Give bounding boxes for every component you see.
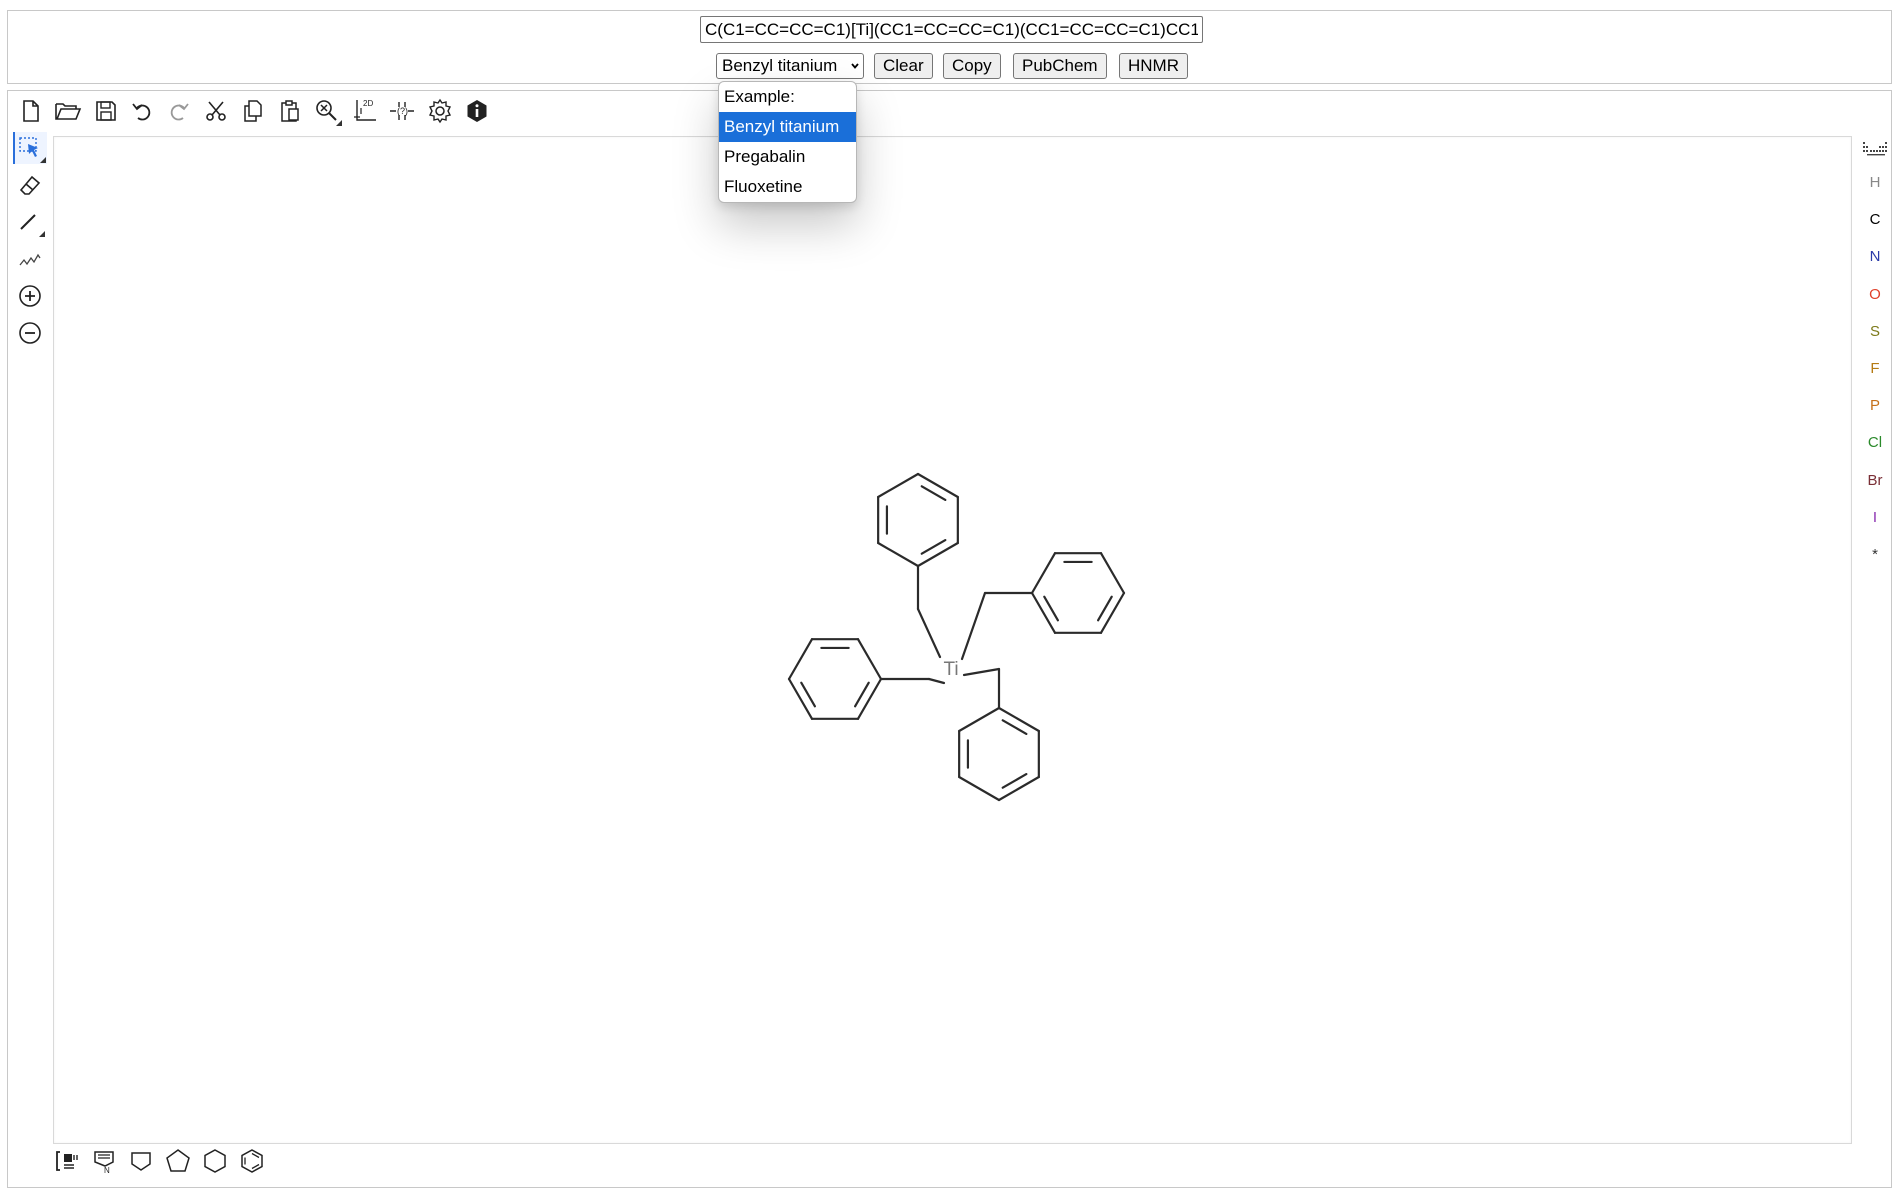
element-button-any[interactable]: * [1861, 540, 1889, 570]
undo-icon[interactable] [126, 95, 158, 127]
example-select[interactable]: Benzyl titanium [716, 53, 864, 79]
svg-text:N: N [104, 1166, 110, 1174]
template-bracket-icon[interactable] [51, 1145, 83, 1177]
example-option-pregabalin[interactable]: Pregabalin [719, 142, 856, 172]
ring-bond[interactable] [787, 677, 814, 720]
element-button-s[interactable]: S [1861, 317, 1889, 347]
about-info-icon[interactable] [461, 95, 493, 127]
ring-bond[interactable] [1030, 591, 1057, 634]
bond-5[interactable] [927, 677, 946, 685]
ring-bond[interactable] [856, 677, 883, 720]
ring-bond[interactable] [787, 638, 814, 681]
element-button-h[interactable]: H [1861, 168, 1889, 198]
open-folder-icon[interactable] [52, 95, 84, 127]
smiles-input[interactable] [700, 16, 1203, 43]
example-option-fluoxetine[interactable]: Fluoxetine [719, 172, 856, 202]
svg-text:2D: 2D [363, 99, 373, 108]
drawing-canvas[interactable]: Ti [53, 136, 1852, 1144]
cyclohexane-icon[interactable] [199, 1145, 231, 1177]
save-icon[interactable] [90, 95, 122, 127]
new-document-icon[interactable] [15, 95, 47, 127]
copy-icon[interactable] [237, 95, 269, 127]
bond-1[interactable] [916, 607, 942, 659]
ring-bond[interactable] [916, 472, 959, 499]
element-button-br[interactable]: Br [1861, 466, 1889, 496]
ring-bond[interactable] [997, 775, 1040, 802]
ring-bond[interactable] [997, 706, 1040, 733]
element-button-o[interactable]: O [1861, 280, 1889, 310]
ring-bond[interactable] [856, 638, 883, 681]
pubchem-button[interactable]: PubChem [1013, 53, 1107, 79]
chain-icon[interactable] [14, 243, 46, 275]
benzene-icon[interactable] [236, 1145, 268, 1177]
cyclopentane-icon[interactable] [162, 1145, 194, 1177]
eraser-icon[interactable] [14, 169, 46, 201]
element-button-p[interactable]: P [1861, 391, 1889, 421]
zoom-icon[interactable] [311, 95, 343, 127]
chevron-down-icon [851, 63, 859, 69]
ring-bond[interactable] [1099, 591, 1126, 634]
cyclopropane-icon[interactable] [125, 1145, 157, 1177]
positive-charge-icon[interactable] [14, 280, 46, 312]
bond-7[interactable] [962, 667, 1001, 677]
molecule-drawing: Ti [787, 472, 1126, 802]
clean-2d-icon[interactable]: 2D [349, 95, 381, 127]
element-button-i[interactable]: I [1861, 503, 1889, 533]
element-button-n[interactable]: N [1861, 242, 1889, 272]
settings-gear-icon[interactable] [424, 95, 456, 127]
copy-button[interactable]: Copy [943, 53, 1001, 79]
bond-3[interactable] [960, 591, 987, 661]
clear-button[interactable]: Clear [874, 53, 933, 79]
ring-bond[interactable] [877, 541, 920, 568]
element-button-c[interactable]: C [1861, 205, 1889, 235]
negative-charge-icon[interactable] [14, 317, 46, 349]
element-button-cl[interactable]: Cl [1861, 428, 1889, 458]
single-bond-icon[interactable] [14, 206, 46, 238]
example-option-header: Example: [724, 87, 795, 106]
ring-bond[interactable] [1030, 552, 1057, 595]
example-dropdown-list[interactable]: Example: Benzyl titanium Pregabalin Fluo… [718, 81, 857, 203]
example-select-value: Benzyl titanium [722, 56, 838, 75]
select-tool-icon[interactable] [13, 132, 47, 164]
template-n-icon[interactable]: N [88, 1145, 120, 1177]
titanium-atom-label[interactable]: Ti [943, 659, 958, 680]
svg-text:(?): (?) [397, 106, 408, 116]
redo-icon[interactable] [163, 95, 195, 127]
ring-bond[interactable] [1099, 552, 1126, 595]
structure-editor: 2D (?) H C N O S F P Cl Br I * Ti N [7, 90, 1892, 1188]
ring-bond[interactable] [958, 706, 1001, 733]
example-option-benzyl-titanium[interactable]: Benzyl titanium [719, 112, 856, 142]
hnmr-button[interactable]: HNMR [1119, 53, 1188, 79]
element-button-f[interactable]: F [1861, 354, 1889, 384]
periodic-table-icon[interactable] [1859, 132, 1891, 164]
smiles-bar: Benzyl titanium Clear Copy PubChem HNMR [7, 10, 1892, 84]
query-features-icon[interactable]: (?) [386, 95, 418, 127]
ring-bond[interactable] [958, 775, 1001, 802]
cut-icon[interactable] [200, 95, 232, 127]
control-row: Benzyl titanium Clear Copy PubChem HNMR [8, 53, 1891, 81]
ring-bond[interactable] [916, 541, 959, 568]
ring-bond[interactable] [877, 472, 920, 499]
paste-icon[interactable] [274, 95, 306, 127]
